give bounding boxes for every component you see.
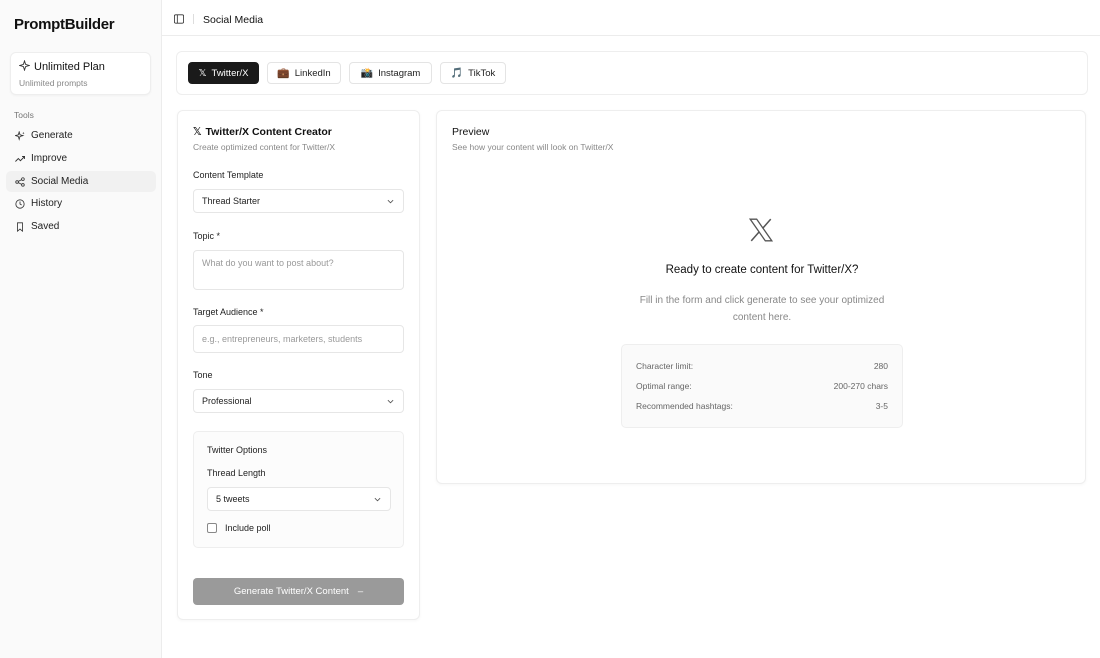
clock-icon: [15, 198, 25, 209]
thread-length-select[interactable]: 5 tweets: [207, 487, 391, 511]
tab-tiktok[interactable]: 🎵 TikTok: [440, 62, 506, 84]
stat-value: 3-5: [875, 401, 888, 411]
preview-panel: Preview See how your content will look o…: [436, 110, 1086, 484]
sidebar-item-label: Generate: [31, 130, 73, 141]
topic-input[interactable]: What do you want to post about?: [193, 250, 404, 290]
stat-value: 200-270 chars: [833, 381, 888, 391]
sidebar-item-social-media[interactable]: Social Media: [6, 171, 156, 192]
sidebar-item-label: History: [31, 198, 63, 209]
topic-label: Topic *: [193, 231, 221, 241]
include-poll-label: Include poll: [225, 523, 271, 533]
tab-linkedin[interactable]: 💼 LinkedIn: [267, 62, 341, 84]
twitter-options-title: Twitter Options: [207, 445, 268, 455]
tone-select[interactable]: Professional: [193, 389, 404, 413]
plan-title: Unlimited Plan: [34, 61, 105, 73]
preview-title: Preview: [452, 126, 490, 138]
form-title-text: Twitter/X Content Creator: [205, 126, 332, 138]
x-logo-icon: 𝕏: [198, 67, 207, 79]
target-audience-label: Target Audience *: [193, 307, 264, 317]
tone-label: Tone: [193, 370, 213, 380]
stat-value: 280: [873, 361, 888, 371]
tab-label: LinkedIn: [294, 67, 331, 79]
tab-label: Twitter/X: [211, 67, 249, 79]
audience-placeholder: e.g., entrepreneurs, marketers, students: [202, 334, 363, 344]
music-note-icon: 🎵: [450, 67, 464, 79]
sidebar-item-improve[interactable]: Improve: [6, 148, 156, 169]
select-value: 5 tweets: [216, 494, 250, 504]
tab-instagram[interactable]: 📸 Instagram: [349, 62, 432, 84]
empty-state-heading: Ready to create content for Twitter/X?: [665, 264, 859, 276]
app-logo[interactable]: PromptBuilder: [14, 16, 115, 33]
sidebar-item-label: Social Media: [31, 176, 89, 187]
bookmark-icon: [15, 221, 25, 232]
twitter-options-panel: Twitter Options Thread Length 5 tweets I…: [193, 431, 404, 548]
trending-up-icon: [15, 154, 25, 164]
chevron-down-icon: [387, 199, 394, 204]
page-title: Social Media: [203, 14, 264, 26]
sidebar: PromptBuilder Unlimited Plan Unlimited p…: [0, 0, 162, 658]
content-template-select[interactable]: Thread Starter: [193, 189, 404, 213]
platform-stats: Character limit: 280 Optimal range: 200-…: [621, 344, 903, 428]
form-subtitle: Create optimized content for Twitter/X: [193, 142, 336, 152]
thread-length-label: Thread Length: [207, 468, 266, 478]
x-logo-icon: 𝕏: [193, 126, 202, 138]
content-template-label: Content Template: [193, 170, 264, 180]
plan-card[interactable]: Unlimited Plan Unlimited prompts: [10, 52, 151, 95]
generate-button-label: Generate Twitter/X Content: [233, 586, 349, 597]
select-value: Professional: [202, 396, 252, 406]
platform-tabs: 𝕏 Twitter/X 💼 LinkedIn 📸 Instagram 🎵 Tik…: [176, 51, 1088, 95]
tools-section-label: Tools: [14, 110, 34, 120]
topic-placeholder: What do you want to post about?: [202, 258, 334, 268]
select-value: Thread Starter: [202, 196, 261, 206]
sidebar-item-generate[interactable]: Generate: [6, 125, 156, 146]
stat-label: Recommended hashtags:: [636, 401, 733, 411]
tab-twitter-x[interactable]: 𝕏 Twitter/X: [188, 62, 259, 84]
sparkles-icon: [15, 130, 25, 141]
empty-state-description: Fill in the form and click generate to s…: [639, 295, 885, 323]
generate-button[interactable]: Generate Twitter/X Content –: [193, 578, 404, 605]
sparkle-icon: [19, 60, 30, 71]
stat-label: Character limit:: [636, 361, 694, 371]
stat-row: Character limit: 280: [636, 361, 888, 371]
briefcase-icon: 💼: [277, 67, 290, 79]
header-divider: [193, 14, 194, 24]
include-poll-row: Include poll: [207, 523, 271, 533]
sidebar-item-saved[interactable]: Saved: [6, 216, 156, 237]
tab-label: TikTok: [468, 67, 496, 79]
content-creator-form: 𝕏 Twitter/X Content Creator Create optimi…: [177, 110, 420, 620]
top-header: Social Media: [162, 0, 1100, 36]
chevron-down-icon: [374, 497, 381, 502]
sidebar-toggle-icon[interactable]: [174, 14, 184, 24]
sidebar-item-label: Saved: [31, 221, 60, 232]
x-logo-icon: [748, 218, 774, 242]
form-title: 𝕏 Twitter/X Content Creator: [193, 126, 332, 138]
dash-icon: –: [357, 586, 364, 597]
stat-row: Optimal range: 200-270 chars: [636, 381, 888, 391]
tab-label: Instagram: [378, 67, 421, 79]
share-icon: [15, 176, 25, 187]
stat-row: Recommended hashtags: 3-5: [636, 401, 888, 411]
chevron-down-icon: [387, 399, 394, 404]
include-poll-checkbox[interactable]: [207, 523, 217, 533]
sidebar-item-history[interactable]: History: [6, 193, 156, 214]
camera-icon: 📸: [360, 67, 374, 79]
sidebar-item-label: Improve: [31, 153, 68, 164]
preview-subtitle: See how your content will look on Twitte…: [452, 142, 614, 152]
stat-label: Optimal range:: [636, 381, 692, 391]
plan-subtitle: Unlimited prompts: [19, 78, 88, 88]
target-audience-input[interactable]: e.g., entrepreneurs, marketers, students: [193, 325, 404, 353]
